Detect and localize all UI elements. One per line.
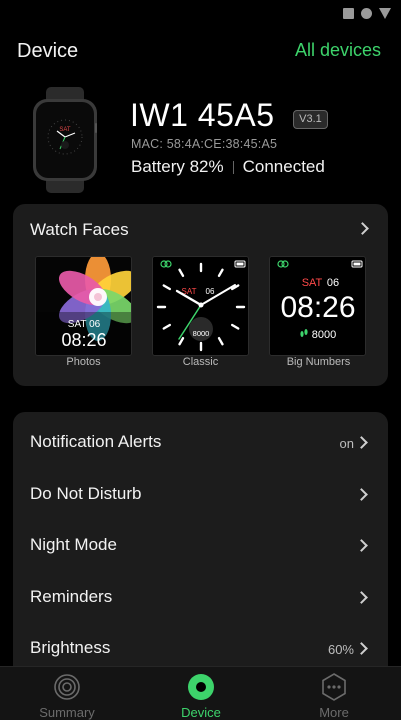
classic-face-steps: 8000	[193, 329, 210, 338]
photos-face-date: SAT 06	[68, 319, 101, 330]
setting-label: Reminders	[30, 587, 113, 606]
signal-triangle-icon	[379, 8, 391, 19]
battery-level: Battery 82%	[131, 157, 224, 176]
device-name: IW1 45A5	[130, 97, 275, 133]
summary-icon	[54, 674, 80, 700]
circle-icon	[361, 8, 372, 19]
bottom-tab-bar: Summary Device More	[0, 666, 401, 720]
watch-faces-title: Watch Faces	[30, 220, 129, 239]
tab-device[interactable]: Device	[134, 667, 268, 720]
big-numbers-face-graphic: SAT 06 08:26 8000	[270, 257, 365, 355]
watch-face-big-numbers[interactable]: SAT 06 08:26 8000	[269, 256, 366, 356]
tab-more[interactable]: More	[267, 667, 401, 720]
big-face-time: 08:26	[280, 291, 355, 324]
svg-text:SAT: SAT	[59, 127, 71, 133]
device-icon	[188, 674, 214, 700]
settings-list: Notification Alerts on Do Not Disturb Ni…	[13, 412, 388, 682]
setting-night-mode[interactable]: Night Mode	[13, 519, 388, 570]
face-label-classic: Classic	[182, 356, 219, 368]
watch-face-photos[interactable]: SAT 06 08:26	[35, 256, 132, 356]
battery-status-row: Battery 82% Connected	[131, 157, 325, 177]
setting-notification-alerts[interactable]: Notification Alerts on	[13, 416, 388, 467]
connection-status: Connected	[242, 157, 325, 176]
photos-face-time: 08:26	[61, 330, 106, 350]
setting-label: Night Mode	[30, 535, 117, 554]
mac-address: MAC: 58:4A:CE:38:45:A5	[131, 137, 278, 151]
chevron-right-icon[interactable]	[356, 222, 369, 235]
big-face-steps: 8000	[312, 329, 336, 341]
square-icon	[343, 8, 354, 19]
chevron-right-icon	[355, 642, 368, 655]
setting-label: Brightness	[30, 638, 111, 657]
chevron-right-icon	[355, 539, 368, 552]
setting-value: on	[339, 436, 354, 451]
setting-label: Do Not Disturb	[30, 484, 142, 503]
setting-reminders[interactable]: Reminders	[13, 571, 388, 622]
tab-label: Device	[181, 705, 221, 720]
classic-face-graphic: SAT 06 8000	[153, 257, 248, 355]
tab-label: Summary	[39, 705, 95, 720]
all-devices-link[interactable]: All devices	[295, 40, 381, 61]
big-face-day: 06	[327, 277, 339, 289]
system-status-icons	[343, 8, 391, 19]
device-info: SAT IW1 45A5 V3.1 MAC: 58:4A:CE:38:45:A5…	[0, 84, 401, 194]
chevron-right-icon	[355, 436, 368, 449]
page-title: Device	[17, 40, 79, 62]
tab-label: More	[319, 705, 349, 720]
header: Device All devices	[17, 40, 381, 64]
watch-face-classic[interactable]: SAT 06 8000	[152, 256, 249, 356]
firmware-badge: V3.1	[293, 110, 328, 129]
divider	[232, 160, 234, 174]
chevron-right-icon	[355, 591, 368, 604]
watch-image: SAT	[33, 87, 97, 193]
classic-face-day: 06	[206, 287, 215, 296]
setting-do-not-disturb[interactable]: Do Not Disturb	[13, 468, 388, 519]
big-face-weekday: SAT	[302, 277, 323, 289]
more-icon	[322, 673, 346, 701]
setting-value: 60%	[327, 642, 354, 657]
photos-face-graphic: SAT 06 08:26	[36, 257, 131, 355]
setting-label: Notification Alerts	[30, 432, 162, 451]
face-label-big-numbers: Big Numbers	[286, 356, 351, 368]
face-label-photos: Photos	[66, 356, 101, 368]
chevron-right-icon	[355, 488, 368, 501]
tab-summary[interactable]: Summary	[0, 667, 134, 720]
status-bar	[0, 0, 401, 28]
